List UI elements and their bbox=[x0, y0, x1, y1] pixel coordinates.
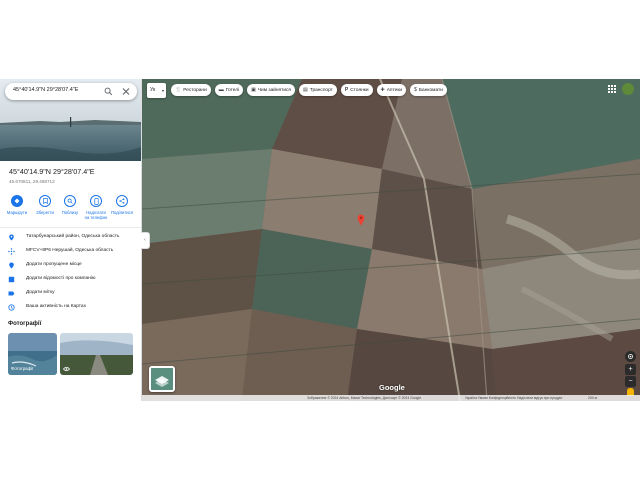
photo-caption: Фотографії bbox=[11, 366, 34, 371]
chip-pharmacies[interactable]: ✚ Аптеки bbox=[376, 84, 407, 96]
nearby-label: Поблизу bbox=[61, 210, 79, 215]
hotel-icon: ▬ bbox=[218, 87, 224, 93]
save-button[interactable]: Зберегти bbox=[33, 195, 57, 215]
directions-label: Маршрути bbox=[6, 210, 28, 215]
collapse-panel-button[interactable]: ‹ bbox=[141, 232, 150, 249]
place-panel: 45°40'14.9"N 29°28'07.4"E 45°40'14.9"N 2… bbox=[0, 79, 142, 401]
add-business-text: Додати відомості про компанію bbox=[26, 276, 96, 281]
send-to-phone-label: Надіслати на телефон bbox=[84, 210, 108, 220]
google-logo: Google bbox=[379, 383, 405, 392]
maps-activity-row[interactable]: Ваша активність на Картах bbox=[8, 303, 138, 313]
map-footer: Зображення © 2024 Airbus, Maxar Technolo… bbox=[142, 395, 640, 401]
label-icon bbox=[8, 291, 15, 296]
share-label: Поділитися bbox=[110, 210, 134, 215]
history-icon bbox=[8, 304, 15, 311]
satellite-imagery[interactable] bbox=[142, 79, 640, 401]
layers-toggle[interactable] bbox=[149, 366, 175, 392]
language-value: Ук bbox=[150, 87, 156, 93]
chip-atms[interactable]: $ Банкомати bbox=[410, 84, 447, 96]
add-label-text: Додати мітку bbox=[26, 290, 55, 295]
share-button[interactable]: Поділитися bbox=[110, 195, 134, 215]
transit-icon: ▤ bbox=[303, 87, 308, 93]
location-pin-icon bbox=[9, 234, 14, 241]
add-label-row[interactable]: Додати мітку bbox=[8, 289, 138, 299]
chip-restaurants[interactable]: 🍴 Ресторани bbox=[171, 84, 211, 96]
close-icon[interactable] bbox=[121, 86, 131, 97]
chip-things-to-do[interactable]: ▣ Чим зайнятися bbox=[247, 84, 296, 96]
plus-code-icon bbox=[8, 248, 15, 255]
terms-links[interactable]: Україна Умови Конфіденційність Надіслати… bbox=[465, 395, 563, 401]
search-icon[interactable] bbox=[104, 86, 113, 97]
parking-icon: P bbox=[344, 87, 349, 93]
zoom-out-icon: − bbox=[628, 378, 633, 385]
add-missing-place-row[interactable]: Додати пропущене місце bbox=[8, 261, 138, 271]
chip-transit[interactable]: ▤ Транспорт bbox=[299, 84, 337, 96]
satellite-map[interactable]: Ук ▾ 🍴 Ресторани ▬ Готелі ▣ Чим зайнятися ▤ Тра… bbox=[142, 79, 640, 401]
avatar[interactable] bbox=[622, 83, 634, 95]
nearby-icon bbox=[67, 198, 73, 204]
photos-heading: Фотографії bbox=[8, 321, 42, 327]
save-label: Зберегти bbox=[36, 210, 54, 215]
apps-grid-icon[interactable] bbox=[608, 85, 616, 93]
my-location-icon bbox=[628, 354, 633, 359]
place-coordinates: 45.670811, 29.468712 bbox=[9, 179, 55, 184]
zoom-in-icon: + bbox=[628, 366, 633, 373]
pharmacy-icon: ✚ bbox=[380, 87, 385, 93]
bookmark-icon bbox=[42, 198, 48, 204]
things-to-do-icon: ▣ bbox=[251, 87, 256, 93]
map-scale[interactable]: 200 м bbox=[588, 395, 597, 401]
divider bbox=[0, 227, 141, 228]
place-title: 45°40'14.9"N 29°28'07.4"E bbox=[9, 167, 95, 176]
language-select[interactable]: Ук ▾ bbox=[147, 83, 166, 98]
plus-code-row[interactable]: MFCV+8P6 Нерушай, Одеська область bbox=[8, 247, 138, 257]
chevron-down-icon: ▾ bbox=[161, 88, 164, 93]
send-to-phone-icon bbox=[93, 197, 99, 205]
location-pin-marker[interactable] bbox=[357, 214, 365, 226]
search-box[interactable]: 45°40'14.9"N 29°28'07.4"E bbox=[5, 83, 137, 100]
chip-parking[interactable]: P Стоянки bbox=[340, 84, 373, 96]
satellite-layer-icon bbox=[151, 368, 173, 390]
maps-activity-text: Ваша активність на Картах bbox=[26, 304, 86, 309]
nearby-button[interactable]: Поблизу bbox=[58, 195, 82, 215]
search-input[interactable]: 45°40'14.9"N 29°28'07.4"E bbox=[13, 87, 78, 93]
attribution-text: Зображення © 2024 Airbus, Maxar Technolo… bbox=[307, 396, 422, 400]
send-to-phone-button[interactable]: Надіслати на телефон bbox=[84, 195, 108, 220]
zoom-in-button[interactable]: + bbox=[625, 364, 636, 375]
add-business-row[interactable]: Додати відомості про компанію bbox=[8, 275, 138, 285]
directions-icon bbox=[14, 198, 20, 204]
business-icon bbox=[8, 276, 15, 283]
category-chips: 🍴 Ресторани ▬ Готелі ▣ Чим зайнятися ▤ Транспор… bbox=[171, 84, 451, 97]
add-missing-place-text: Додати пропущене місце bbox=[26, 262, 82, 267]
add-place-icon bbox=[9, 262, 14, 269]
address-text: Татарбунарський район, Одеська область bbox=[26, 234, 120, 239]
street-view-icon bbox=[63, 366, 70, 372]
location-button[interactable] bbox=[625, 351, 636, 362]
restaurant-icon: 🍴 bbox=[175, 87, 182, 93]
zoom-out-button[interactable]: − bbox=[625, 376, 636, 387]
address-row[interactable]: Татарбунарський район, Одеська область bbox=[8, 233, 138, 243]
photo-thumbnail[interactable]: Фотографії bbox=[8, 333, 57, 375]
chevron-left-icon: ‹ bbox=[144, 237, 146, 243]
chip-hotels[interactable]: ▬ Готелі bbox=[214, 84, 244, 96]
street-view-thumbnail[interactable] bbox=[60, 333, 133, 375]
plus-code-text: MFCV+8P6 Нерушай, Одеська область bbox=[26, 248, 114, 253]
share-icon bbox=[119, 198, 125, 204]
directions-button[interactable]: Маршрути bbox=[5, 195, 29, 215]
atm-icon: $ bbox=[414, 87, 417, 93]
